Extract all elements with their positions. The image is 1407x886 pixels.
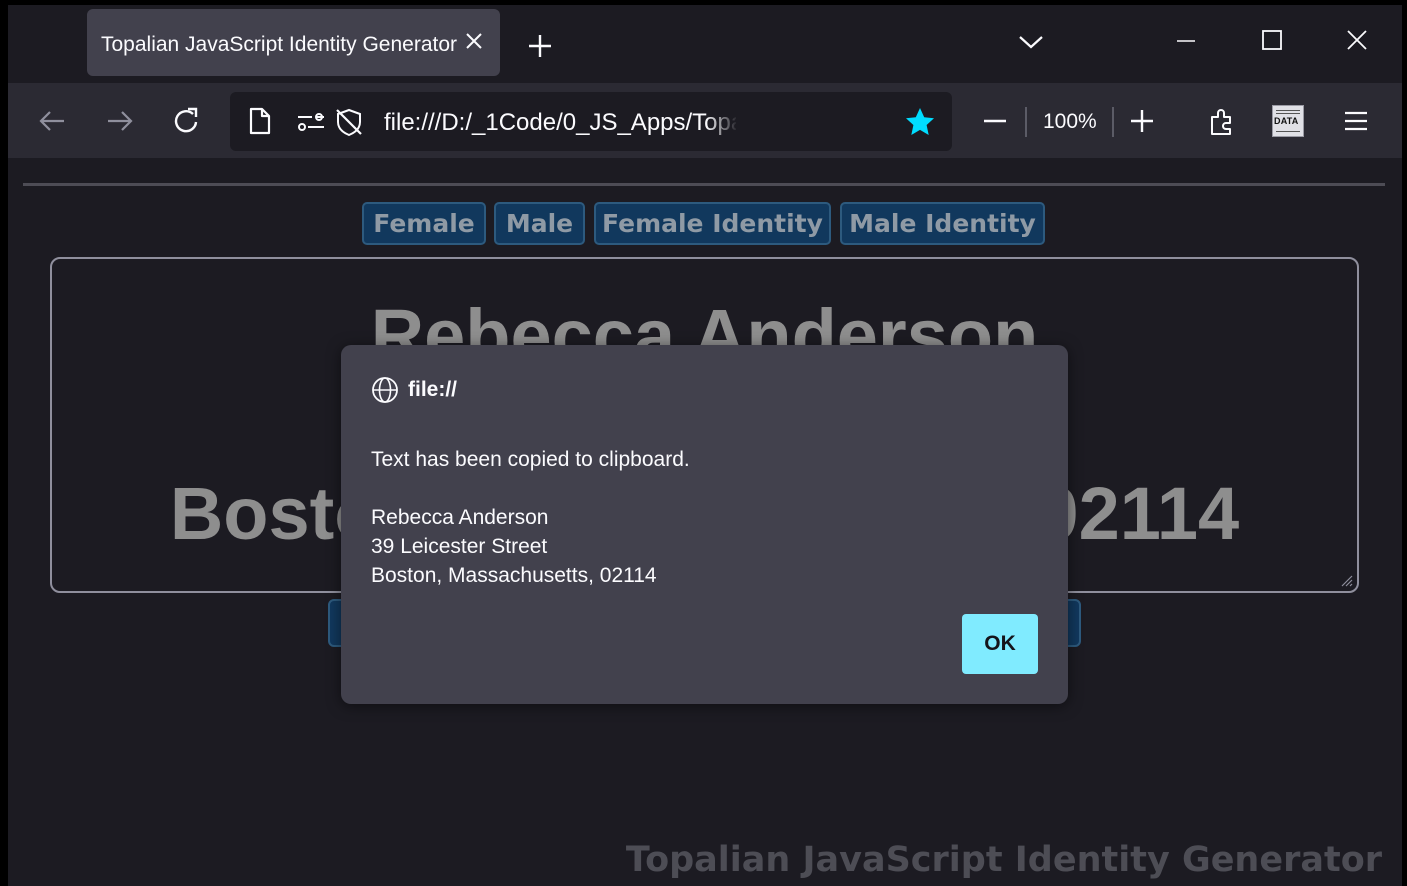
page-icon[interactable] <box>246 106 274 136</box>
menu-icon[interactable] <box>1340 105 1372 137</box>
chevron-down-icon[interactable] <box>1016 31 1046 53</box>
dialog-line-name: Rebecca Anderson <box>371 506 549 529</box>
top-divider <box>23 183 1385 186</box>
close-window-icon[interactable] <box>1344 27 1370 53</box>
permissions-icon[interactable] <box>296 109 326 135</box>
tab-title: Topalian JavaScript Identity Generator <box>101 33 458 56</box>
url-fade <box>706 100 738 140</box>
browser-window: Topalian JavaScript Identity Generator f… <box>8 5 1402 886</box>
dialog-message-text: Text has been copied to clipboard. <box>371 448 690 471</box>
footer-app-title: Topalian JavaScript Identity Generator <box>625 840 1382 880</box>
dialog-line-city: Boston, Massachusetts, 02114 <box>371 564 657 587</box>
forward-icon[interactable] <box>104 105 136 137</box>
bookmark-star-icon[interactable] <box>903 105 937 139</box>
minimize-icon[interactable] <box>1173 27 1199 53</box>
extensions-icon[interactable] <box>1206 105 1238 137</box>
tab-identity-generator[interactable]: Topalian JavaScript Identity Generator <box>87 9 500 76</box>
zoom-out-icon[interactable] <box>979 105 1011 137</box>
url-bar[interactable]: file:///D:/_1Code/0_JS_Apps/Topalian_Jav… <box>230 92 952 151</box>
male-identity-button[interactable]: Male Identity <box>840 202 1045 245</box>
zoom-in-icon[interactable] <box>1126 105 1158 137</box>
dialog-line-street: 39 Leicester Street <box>371 535 548 558</box>
data-extension-icon[interactable]: DATA <box>1272 105 1304 137</box>
navigation-toolbar: file:///D:/_1Code/0_JS_Apps/Topalian_Jav… <box>8 83 1402 158</box>
female-identity-button[interactable]: Female Identity <box>594 202 831 245</box>
male-button[interactable]: Male <box>494 202 585 245</box>
zoom-separator <box>1112 107 1114 137</box>
globe-icon <box>372 377 398 403</box>
dialog-message: Text has been copied to clipboard. Rebec… <box>371 445 690 590</box>
resize-grip-icon[interactable] <box>1339 573 1353 587</box>
alert-dialog: file:// Text has been copied to clipboar… <box>341 345 1068 704</box>
female-button[interactable]: Female <box>362 202 486 245</box>
ok-button[interactable]: OK <box>962 614 1038 674</box>
zoom-level[interactable]: 100% <box>1043 110 1097 134</box>
new-tab-icon[interactable] <box>525 31 555 61</box>
dialog-origin: file:// <box>408 378 458 401</box>
close-tab-icon[interactable] <box>462 29 486 53</box>
back-icon[interactable] <box>36 105 68 137</box>
tracking-protection-off-icon[interactable] <box>333 106 365 138</box>
reload-icon[interactable] <box>171 105 203 137</box>
maximize-icon[interactable] <box>1259 27 1285 53</box>
zoom-separator <box>1025 107 1027 137</box>
url-text[interactable]: file:///D:/_1Code/0_JS_Apps/Topalian_Jav… <box>384 109 736 137</box>
tab-strip: Topalian JavaScript Identity Generator <box>8 5 1402 83</box>
